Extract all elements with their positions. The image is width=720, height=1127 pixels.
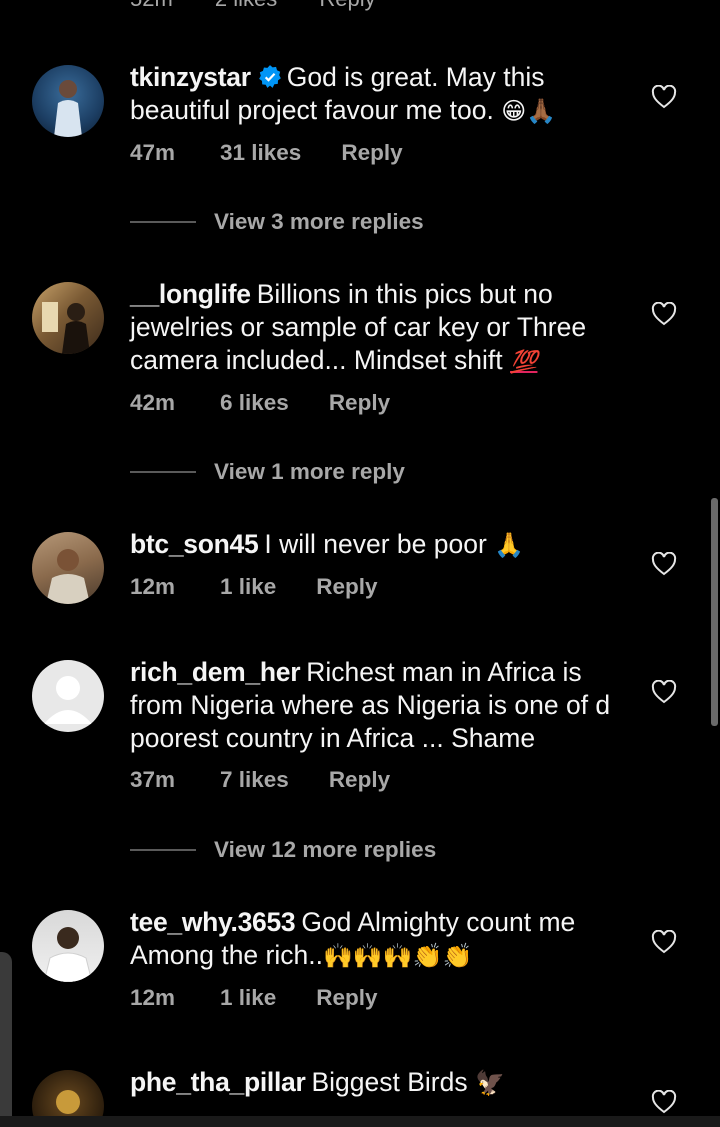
avatar[interactable] (32, 65, 104, 137)
view-replies-button[interactable]: View 12 more replies (130, 835, 436, 865)
verified-badge-icon (258, 65, 281, 88)
comment-likes[interactable]: 6 likes (220, 390, 289, 416)
comment-username[interactable]: phe_tha_pillar (130, 1067, 306, 1097)
scrollbar[interactable] (711, 498, 718, 726)
heart-outline-icon[interactable] (651, 552, 677, 576)
comment-username[interactable]: rich_dem_her (130, 657, 301, 687)
comment-emoji: 🙌🙌🙌👏👏 (322, 942, 473, 970)
reply-button[interactable]: Reply (316, 574, 377, 600)
comment-time: 42m (130, 390, 176, 415)
default-avatar-icon (44, 676, 92, 724)
heart-outline-icon[interactable] (651, 1090, 677, 1114)
reply-button[interactable]: Reply (329, 767, 390, 793)
reply-button[interactable]: Reply (329, 390, 390, 416)
heart-outline-icon[interactable] (651, 930, 677, 954)
comment-time: 52m (130, 0, 173, 11)
comment-emoji: 💯 (510, 349, 538, 374)
comment-username[interactable]: __longlife (130, 279, 251, 309)
avatar[interactable] (32, 532, 104, 604)
heart-outline-icon[interactable] (651, 302, 677, 326)
heart-outline-icon[interactable] (651, 85, 677, 109)
comment-time: 47m (130, 140, 176, 165)
view-replies-label[interactable]: View 3 more replies (214, 209, 424, 235)
comment-time: 37m (130, 767, 176, 792)
divider-line (130, 471, 196, 473)
previous-comment-meta: 52m 2 likes Reply (130, 0, 412, 12)
comment-likes[interactable]: 1 like (220, 985, 276, 1011)
comment-likes[interactable]: 2 likes (215, 0, 277, 11)
heart-outline-icon[interactable] (651, 680, 677, 704)
reply-button[interactable]: Reply (316, 985, 377, 1011)
view-replies-button[interactable]: View 1 more reply (130, 457, 405, 487)
comment-time: 12m (130, 574, 176, 599)
avatar[interactable] (32, 910, 104, 982)
comment-emoji: 🦅 (474, 1069, 505, 1097)
avatar[interactable] (32, 660, 104, 732)
comment-likes[interactable]: 1 like (220, 574, 276, 600)
view-replies-label[interactable]: View 1 more reply (214, 459, 405, 485)
view-replies-label[interactable]: View 12 more replies (214, 837, 436, 863)
comment-text: I will never be poor (264, 529, 487, 559)
reply-button[interactable]: Reply (341, 140, 402, 166)
edge-overlay (0, 952, 12, 1127)
reply-button[interactable]: Reply (319, 0, 375, 11)
divider-line (130, 221, 196, 223)
comment-emoji: 🙏 (494, 531, 525, 559)
avatar[interactable] (32, 282, 104, 354)
comment-username[interactable]: btc_son45 (130, 529, 259, 559)
comment-likes[interactable]: 7 likes (220, 767, 289, 793)
comment-text: Biggest Birds (311, 1067, 468, 1097)
bottom-bar (0, 1116, 720, 1127)
comment-time: 12m (130, 985, 176, 1010)
view-replies-button[interactable]: View 3 more replies (130, 207, 424, 237)
comment-likes[interactable]: 31 likes (220, 140, 301, 166)
comment-username[interactable]: tkinzystar (130, 62, 251, 92)
divider-line (130, 849, 196, 851)
comment-emoji: 😁🙏🏾 (501, 97, 557, 125)
comment-username[interactable]: tee_why.3653 (130, 907, 296, 937)
